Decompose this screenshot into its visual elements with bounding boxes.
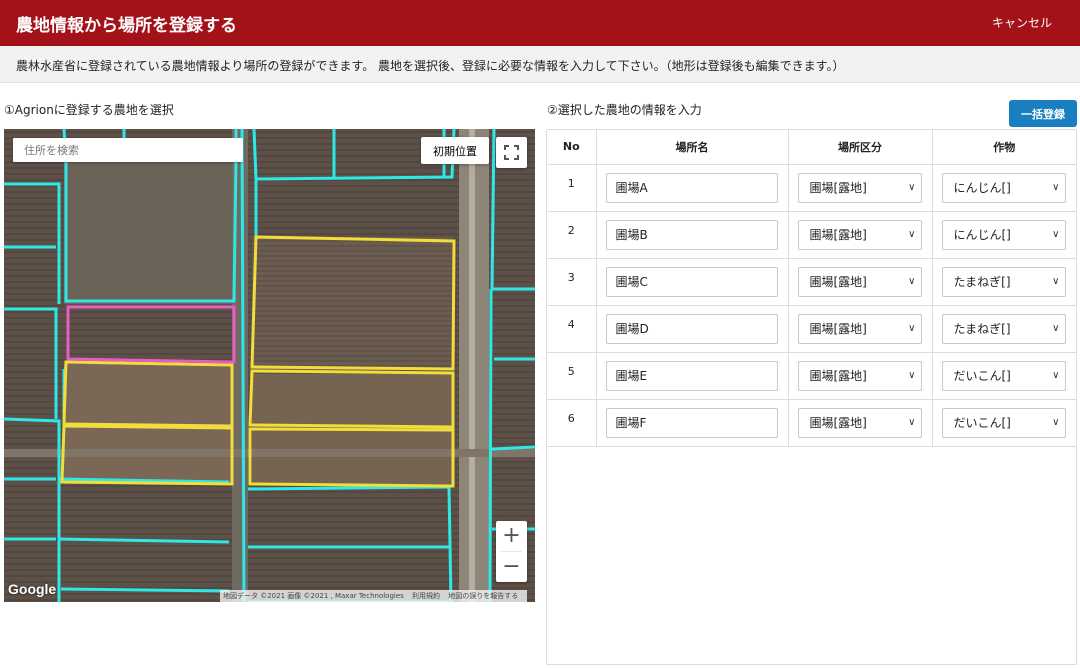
crop-select[interactable]: だいこん[] ∨	[941, 360, 1066, 391]
info-section-title: ②選択した農地の情報を入力	[547, 103, 702, 117]
place-kubun-select[interactable]: 圃場[露地] ∨	[797, 360, 922, 391]
place-kubun-value: 圃場[露地]	[809, 274, 867, 289]
row-no: 4	[547, 305, 597, 353]
attribution-data: 地図データ ©2021 画像 ©2021 , Maxar Technologie…	[223, 592, 404, 600]
place-kubun-value: 圃場[露地]	[809, 227, 867, 242]
place-kubun-select[interactable]: 圃場[露地] ∨	[797, 313, 922, 344]
table-row: 2 圃場[露地] ∨ にんじん[] ∨	[547, 211, 1076, 259]
notice-text: 農林水産省に登録されている農地情報より場所の登録ができます。 農地を選択後、登録…	[16, 59, 845, 73]
terms-link[interactable]: 利用規約	[412, 592, 440, 600]
satellite-map-image[interactable]	[4, 129, 535, 602]
zoom-in-button[interactable]: +	[496, 521, 527, 551]
place-name-input[interactable]	[605, 313, 778, 344]
crop-select[interactable]: にんじん[] ∨	[941, 219, 1066, 250]
crop-value: にんじん[]	[953, 227, 1011, 242]
place-name-input[interactable]	[605, 172, 778, 203]
table-row: 1 圃場[露地] ∨ にんじん[] ∨	[547, 164, 1076, 212]
crop-value: にんじん[]	[953, 180, 1011, 195]
crop-select[interactable]: たまねぎ[] ∨	[941, 313, 1066, 344]
table-row: 3 圃場[露地] ∨ たまねぎ[] ∨	[547, 258, 1076, 306]
crop-value: たまねぎ[]	[953, 321, 1011, 336]
table-header-row: No 場所名 場所区分 作物	[547, 130, 1076, 165]
table-row: 6 圃場[露地] ∨ だいこん[] ∨	[547, 399, 1076, 447]
table-row: 5 圃場[露地] ∨ だいこん[] ∨	[547, 352, 1076, 400]
crop-value: たまねぎ[]	[953, 274, 1011, 289]
initial-position-button[interactable]: 初期位置	[421, 137, 489, 164]
place-kubun-value: 圃場[露地]	[809, 321, 867, 336]
fullscreen-button[interactable]	[496, 137, 527, 168]
place-name-input[interactable]	[605, 219, 778, 250]
notice-bar: 農林水産省に登録されている農地情報より場所の登録ができます。 農地を選択後、登録…	[0, 46, 1080, 83]
chevron-down-icon: ∨	[908, 322, 916, 334]
chevron-down-icon: ∨	[1052, 416, 1060, 428]
place-kubun-value: 圃場[露地]	[809, 180, 867, 195]
google-logo: Google	[8, 581, 57, 597]
cancel-button[interactable]: キャンセル	[992, 14, 1052, 31]
chevron-down-icon: ∨	[1052, 181, 1060, 193]
crop-select[interactable]: たまねぎ[] ∨	[941, 266, 1066, 297]
row-no: 5	[547, 352, 597, 400]
chevron-down-icon: ∨	[1052, 369, 1060, 381]
app-header: 農地情報から場所を登録する キャンセル	[0, 0, 1080, 46]
place-name-input[interactable]	[605, 266, 778, 297]
crop-select[interactable]: だいこん[] ∨	[941, 407, 1066, 438]
place-kubun-select[interactable]: 圃場[露地] ∨	[797, 219, 922, 250]
place-kubun-select[interactable]: 圃場[露地] ∨	[797, 172, 922, 203]
map-attribution: 地図データ ©2021 画像 ©2021 , Maxar Technologie…	[220, 590, 528, 602]
col-header-kubun: 場所区分	[788, 130, 933, 165]
place-kubun-value: 圃場[露地]	[809, 368, 867, 383]
crop-select[interactable]: にんじん[] ∨	[941, 172, 1066, 203]
row-no: 6	[547, 399, 597, 447]
field-info-panel: No 場所名 場所区分 作物 1 圃場[露地] ∨ にんじん[] ∨ 2 圃場[露地…	[546, 129, 1077, 665]
col-header-no: No	[547, 130, 597, 165]
col-header-name: 場所名	[596, 130, 789, 165]
place-kubun-select[interactable]: 圃場[露地] ∨	[797, 266, 922, 297]
chevron-down-icon: ∨	[908, 228, 916, 240]
place-name-input[interactable]	[605, 360, 778, 391]
place-kubun-select[interactable]: 圃場[露地] ∨	[797, 407, 922, 438]
map-section-title: ①Agrionに登録する農地を選択	[4, 103, 174, 117]
crop-value: だいこん[]	[953, 415, 1011, 430]
zoom-out-button[interactable]: −	[496, 552, 527, 582]
map-search-input[interactable]	[13, 138, 243, 162]
place-kubun-value: 圃場[露地]	[809, 415, 867, 430]
field-info-table: No 場所名 場所区分 作物 1 圃場[露地] ∨ にんじん[] ∨ 2 圃場[露地…	[547, 130, 1076, 447]
chevron-down-icon: ∨	[908, 416, 916, 428]
crop-value: だいこん[]	[953, 368, 1011, 383]
chevron-down-icon: ∨	[908, 369, 916, 381]
zoom-control: + −	[496, 521, 527, 582]
chevron-down-icon: ∨	[1052, 322, 1060, 334]
chevron-down-icon: ∨	[908, 181, 916, 193]
table-row: 4 圃場[露地] ∨ たまねぎ[] ∨	[547, 305, 1076, 353]
bulk-register-button[interactable]: 一括登録	[1009, 100, 1077, 127]
map-view[interactable]: 初期位置 + − Google 地図データ ©2021 画像 ©2021 , M…	[4, 129, 535, 602]
col-header-crop: 作物	[932, 130, 1076, 165]
chevron-down-icon: ∨	[908, 275, 916, 287]
row-no: 2	[547, 211, 597, 259]
row-no: 3	[547, 258, 597, 306]
place-name-input[interactable]	[605, 407, 778, 438]
row-no: 1	[547, 164, 597, 212]
chevron-down-icon: ∨	[1052, 228, 1060, 240]
report-error-link[interactable]: 地図の誤りを報告する	[448, 592, 518, 600]
fullscreen-icon	[504, 145, 519, 160]
page-title: 農地情報から場所を登録する	[16, 16, 237, 36]
chevron-down-icon: ∨	[1052, 275, 1060, 287]
